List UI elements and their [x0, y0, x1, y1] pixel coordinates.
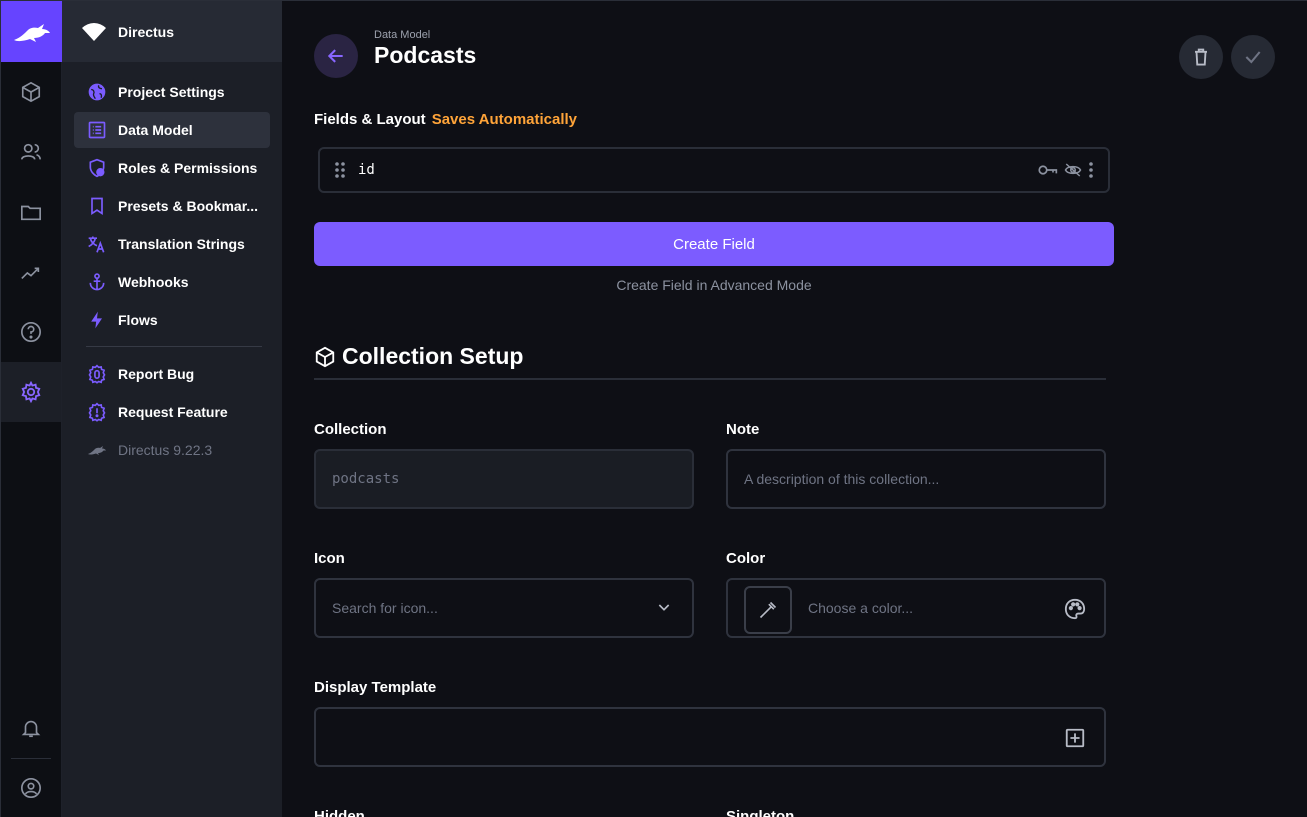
version-label: Directus 9.22.3 [118, 442, 213, 458]
color-label: Color [726, 550, 766, 567]
collection-setup-heading: Collection Setup [314, 343, 523, 370]
page-title: Podcasts [374, 42, 477, 68]
help-module-icon[interactable] [1, 302, 61, 362]
field-name: id [358, 162, 375, 178]
eye-off-icon[interactable] [1064, 162, 1082, 178]
project-logo-icon [82, 22, 106, 41]
collection-label: Collection [314, 421, 387, 438]
save-button[interactable] [1231, 35, 1275, 79]
fields-layout-heading: Fields & Layout Saves Automatically [314, 111, 577, 128]
field-row-icons [1038, 161, 1094, 179]
note-placeholder: A description of this collection... [744, 471, 940, 487]
nav-item-project-settings[interactable]: Project Settings [74, 74, 270, 110]
nav-item-data-model[interactable]: Data Model [74, 112, 270, 148]
app-window: Directus Project Settings Data Model Rol… [0, 0, 1307, 817]
eyedropper-icon [759, 601, 777, 619]
module-bar [1, 1, 62, 817]
nav-item-label: Webhooks [118, 274, 189, 290]
nav-item-label: Roles & Permissions [118, 160, 258, 176]
shield-lock-icon [86, 157, 108, 179]
users-module-icon[interactable] [1, 122, 61, 182]
user-avatar-icon[interactable] [1, 758, 61, 817]
icon-placeholder: Search for icon... [332, 600, 438, 616]
content-module-icon[interactable] [1, 62, 61, 122]
nav-item-label: Data Model [118, 122, 193, 138]
icon-label: Icon [314, 550, 345, 567]
palette-icon[interactable] [1064, 598, 1086, 620]
settings-navigation: Directus Project Settings Data Model Rol… [62, 1, 282, 817]
globe-icon [86, 81, 108, 103]
nav-item-label: Report Bug [118, 366, 195, 382]
breadcrumb[interactable]: Data Model [374, 29, 430, 41]
nav-item-flows[interactable]: Flows [74, 302, 270, 338]
section-divider [314, 378, 1106, 380]
bug-icon [86, 363, 108, 385]
nav-item-roles-permissions[interactable]: Roles & Permissions [74, 150, 270, 186]
main-content: Data Model Podcasts Fields & Layout Saves… [282, 1, 1307, 817]
nav-item-version[interactable]: Directus 9.22.3 [74, 432, 270, 468]
nav-divider [86, 346, 262, 347]
display-template-input[interactable] [314, 707, 1106, 767]
nav-item-presets-bookmarks[interactable]: Presets & Bookmar... [74, 188, 270, 224]
rabbit-icon [86, 439, 108, 461]
arrow-left-icon [327, 49, 343, 63]
bookmark-icon [86, 195, 108, 217]
create-field-advanced-link[interactable]: Create Field in Advanced Mode [314, 277, 1114, 293]
add-box-icon[interactable] [1064, 727, 1086, 749]
collection-input: podcasts [314, 449, 694, 509]
box-icon [315, 346, 335, 367]
project-name: Directus [118, 23, 175, 40]
note-label: Note [726, 421, 760, 438]
nav-item-label: Flows [118, 312, 158, 328]
autosave-notice: Saves Automatically [431, 111, 578, 128]
directus-logo[interactable] [1, 1, 62, 62]
display-template-label: Display Template [314, 679, 437, 696]
color-placeholder: Choose a color... [808, 600, 914, 616]
collection-setup-title: Collection Setup [342, 343, 524, 369]
note-input[interactable]: A description of this collection... [726, 449, 1106, 509]
nav-item-label: Presets & Bookmar... [118, 198, 259, 214]
delete-button[interactable] [1179, 35, 1223, 79]
list-box-icon [86, 119, 108, 141]
icon-select[interactable]: Search for icon... [314, 578, 694, 638]
back-button[interactable] [314, 34, 358, 78]
trash-icon [1195, 48, 1207, 66]
project-header[interactable]: Directus [62, 1, 282, 62]
hidden-label: Hidden [314, 808, 365, 817]
feature-request-icon [86, 401, 108, 423]
bolt-icon [86, 309, 108, 331]
check-icon [1245, 51, 1261, 64]
translate-icon [86, 233, 108, 255]
nav-item-label: Translation Strings [118, 236, 245, 252]
singleton-label: Singleton [726, 808, 795, 817]
rabbit-icon [13, 23, 50, 42]
chevron-down-icon[interactable] [656, 599, 672, 615]
settings-module-icon[interactable] [1, 362, 61, 422]
notifications-bell-icon[interactable] [1, 698, 61, 758]
files-module-icon[interactable] [1, 182, 61, 242]
nav-item-label: Request Feature [118, 404, 228, 420]
key-icon [1038, 165, 1058, 175]
color-swatch-button[interactable] [744, 586, 792, 634]
collection-value: podcasts [332, 471, 400, 487]
fields-layout-title: Fields & Layout [314, 111, 426, 128]
nav-item-request-feature[interactable]: Request Feature [74, 394, 270, 430]
field-row[interactable]: id [318, 147, 1110, 193]
nav-item-translation-strings[interactable]: Translation Strings [74, 226, 270, 262]
nav-item-label: Project Settings [118, 84, 225, 100]
anchor-icon [86, 271, 108, 293]
drag-handle-icon[interactable] [334, 161, 346, 179]
nav-item-webhooks[interactable]: Webhooks [74, 264, 270, 300]
nav-item-report-bug[interactable]: Report Bug [74, 356, 270, 392]
color-input[interactable]: Choose a color... [726, 578, 1106, 638]
insights-module-icon[interactable] [1, 242, 61, 302]
more-vertical-icon[interactable] [1088, 161, 1094, 179]
create-field-button[interactable]: Create Field [314, 222, 1114, 266]
